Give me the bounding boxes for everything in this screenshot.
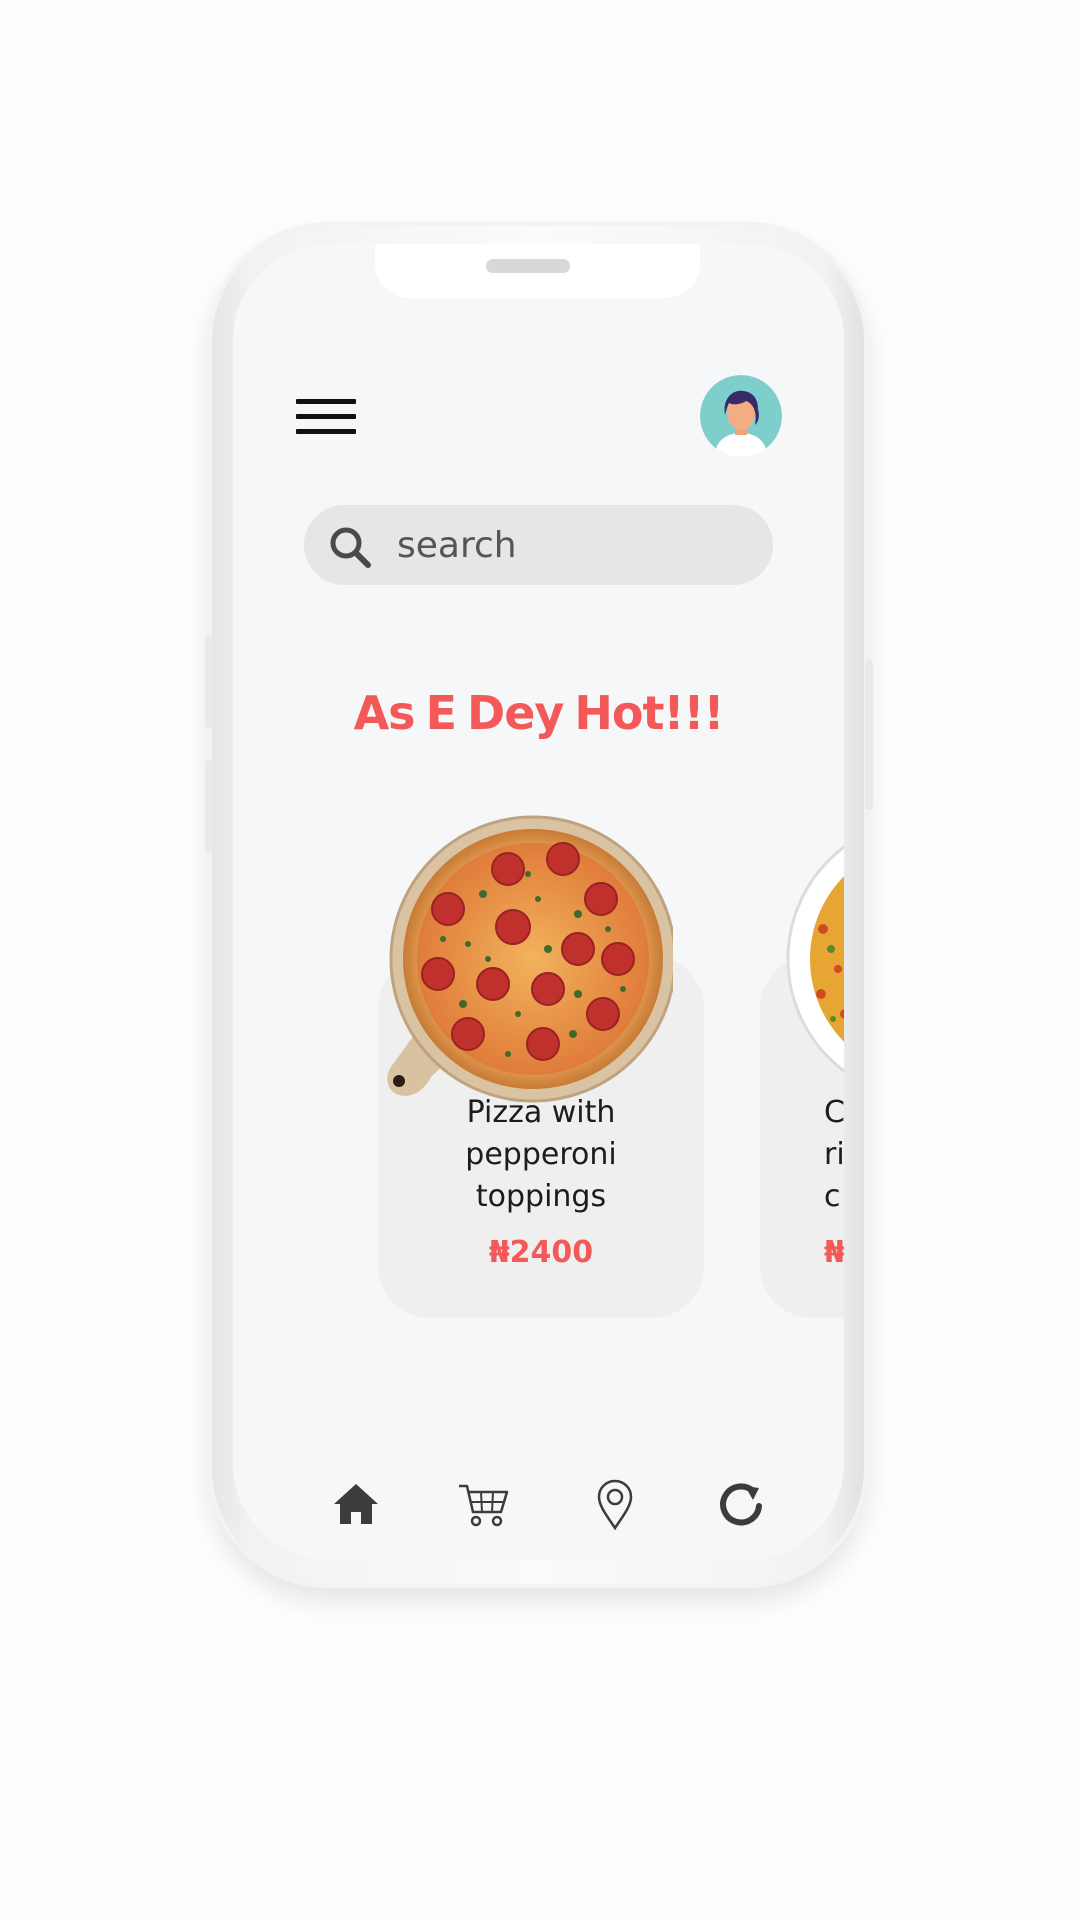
stage: As E Dey Hot!!! Pizza with pepperoni top… [0, 0, 1080, 1920]
refresh-icon[interactable] [713, 1476, 769, 1532]
cart-icon[interactable] [455, 1476, 511, 1532]
rice-plate-image[interactable] [783, 819, 844, 1099]
product-title-line: toppings [475, 1179, 607, 1214]
hamburger-menu-icon[interactable] [296, 397, 356, 441]
phone-screen: As E Dey Hot!!! Pizza with pepperoni top… [233, 244, 844, 1560]
pepperoni-pizza-image[interactable] [373, 809, 673, 1119]
product-price: ₦2400 [488, 1235, 594, 1270]
promo-headline: As E Dey Hot!!! [353, 686, 725, 740]
search-input[interactable] [397, 517, 737, 573]
product-title-line: c [824, 1179, 841, 1214]
phone-notch [375, 244, 700, 298]
search-bar[interactable] [304, 505, 773, 585]
phone-side-button-volume-up [205, 636, 213, 728]
product-title-line: pepperoni [465, 1137, 617, 1172]
speaker-grille [486, 259, 570, 273]
product-title: C ri c [824, 1092, 844, 1218]
product-price: ₦ [824, 1235, 844, 1270]
search-icon [330, 527, 371, 568]
phone-side-button-power [865, 660, 873, 810]
user-avatar[interactable] [700, 375, 782, 457]
phone-side-button-volume-down [205, 760, 213, 852]
avatar-illustration [700, 375, 782, 457]
product-title-line: ri [824, 1137, 844, 1172]
location-pin-icon[interactable] [587, 1476, 643, 1532]
home-icon[interactable] [328, 1476, 384, 1532]
